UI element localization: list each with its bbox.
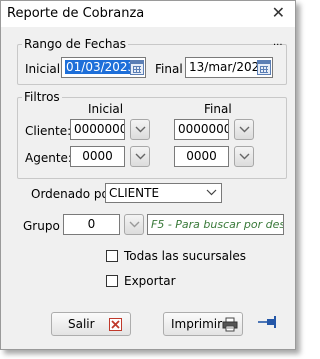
inicial-date-label: Inicial [25, 62, 61, 76]
cliente-inicial-input[interactable]: 00000000 [70, 119, 125, 140]
chevron-down-icon [239, 126, 250, 133]
exportar-checkbox[interactable] [106, 275, 118, 287]
grupo-label: Grupo [23, 219, 60, 233]
grupo-input[interactable]: 0 [63, 214, 120, 235]
inicial-date-value: 01/03/2023 [65, 60, 137, 74]
chevron-down-icon [129, 221, 140, 228]
imprimir-button[interactable]: Imprimir [163, 312, 243, 336]
agente-final-input[interactable]: 0000 [174, 146, 229, 167]
title-bar: Reporte de Cobranza ✕ [1, 1, 295, 27]
chevron-down-icon [206, 189, 217, 196]
calendar-icon[interactable] [257, 60, 271, 75]
printer-icon [222, 317, 238, 332]
exit-x-icon [109, 318, 122, 331]
filters-col-inicial: Inicial [88, 102, 124, 116]
imprimir-label: Imprimir [171, 317, 223, 331]
agente-final-lookup[interactable] [234, 146, 254, 167]
filters-legend: Filtros [24, 90, 60, 104]
todas-sucursales-label: Todas las sucursales [124, 249, 246, 263]
salir-label: Salir [68, 317, 95, 331]
window-title: Reporte de Cobranza [7, 6, 145, 21]
grupo-description-field[interactable]: F5 - Para buscar por descr [147, 214, 284, 235]
chevron-down-icon [135, 126, 146, 133]
chevron-down-icon [239, 153, 250, 160]
agente-final-value: 0000 [186, 149, 217, 163]
agente-label: Agente: [25, 151, 72, 165]
ordenado-label: Ordenado por [31, 187, 114, 201]
todas-sucursales-checkbox[interactable] [106, 250, 118, 262]
date-range-legend: Rango de Fechas [24, 37, 127, 51]
cliente-final-input[interactable]: 00000000 [174, 119, 229, 140]
cliente-label: Cliente: [25, 124, 72, 138]
report-window: Reporte de Cobranza ✕ Rango de Fechas ..… [0, 0, 296, 350]
close-icon[interactable]: ✕ [272, 3, 285, 22]
ordenado-select[interactable]: CLIENTE [105, 183, 222, 203]
cliente-inicial-lookup[interactable] [130, 119, 150, 140]
ordenado-value: CLIENTE [109, 186, 160, 200]
exportar-label: Exportar [124, 274, 176, 288]
agente-inicial-input[interactable]: 0000 [70, 146, 125, 167]
agente-inicial-value: 0000 [82, 149, 113, 163]
agente-inicial-lookup[interactable] [130, 146, 150, 167]
salir-button[interactable]: Salir [51, 312, 131, 336]
filters-col-final: Final [204, 102, 232, 116]
final-date-label: Final [155, 62, 183, 76]
chevron-down-icon [135, 153, 146, 160]
final-date-value: 13/mar/2023 [189, 60, 267, 74]
more-dates-button[interactable]: ... [273, 37, 283, 48]
cliente-final-lookup[interactable] [234, 119, 254, 140]
pin-icon[interactable] [257, 315, 279, 329]
grupo-value: 0 [87, 217, 96, 231]
calendar-icon[interactable] [130, 60, 144, 75]
grupo-lookup[interactable] [124, 214, 144, 235]
